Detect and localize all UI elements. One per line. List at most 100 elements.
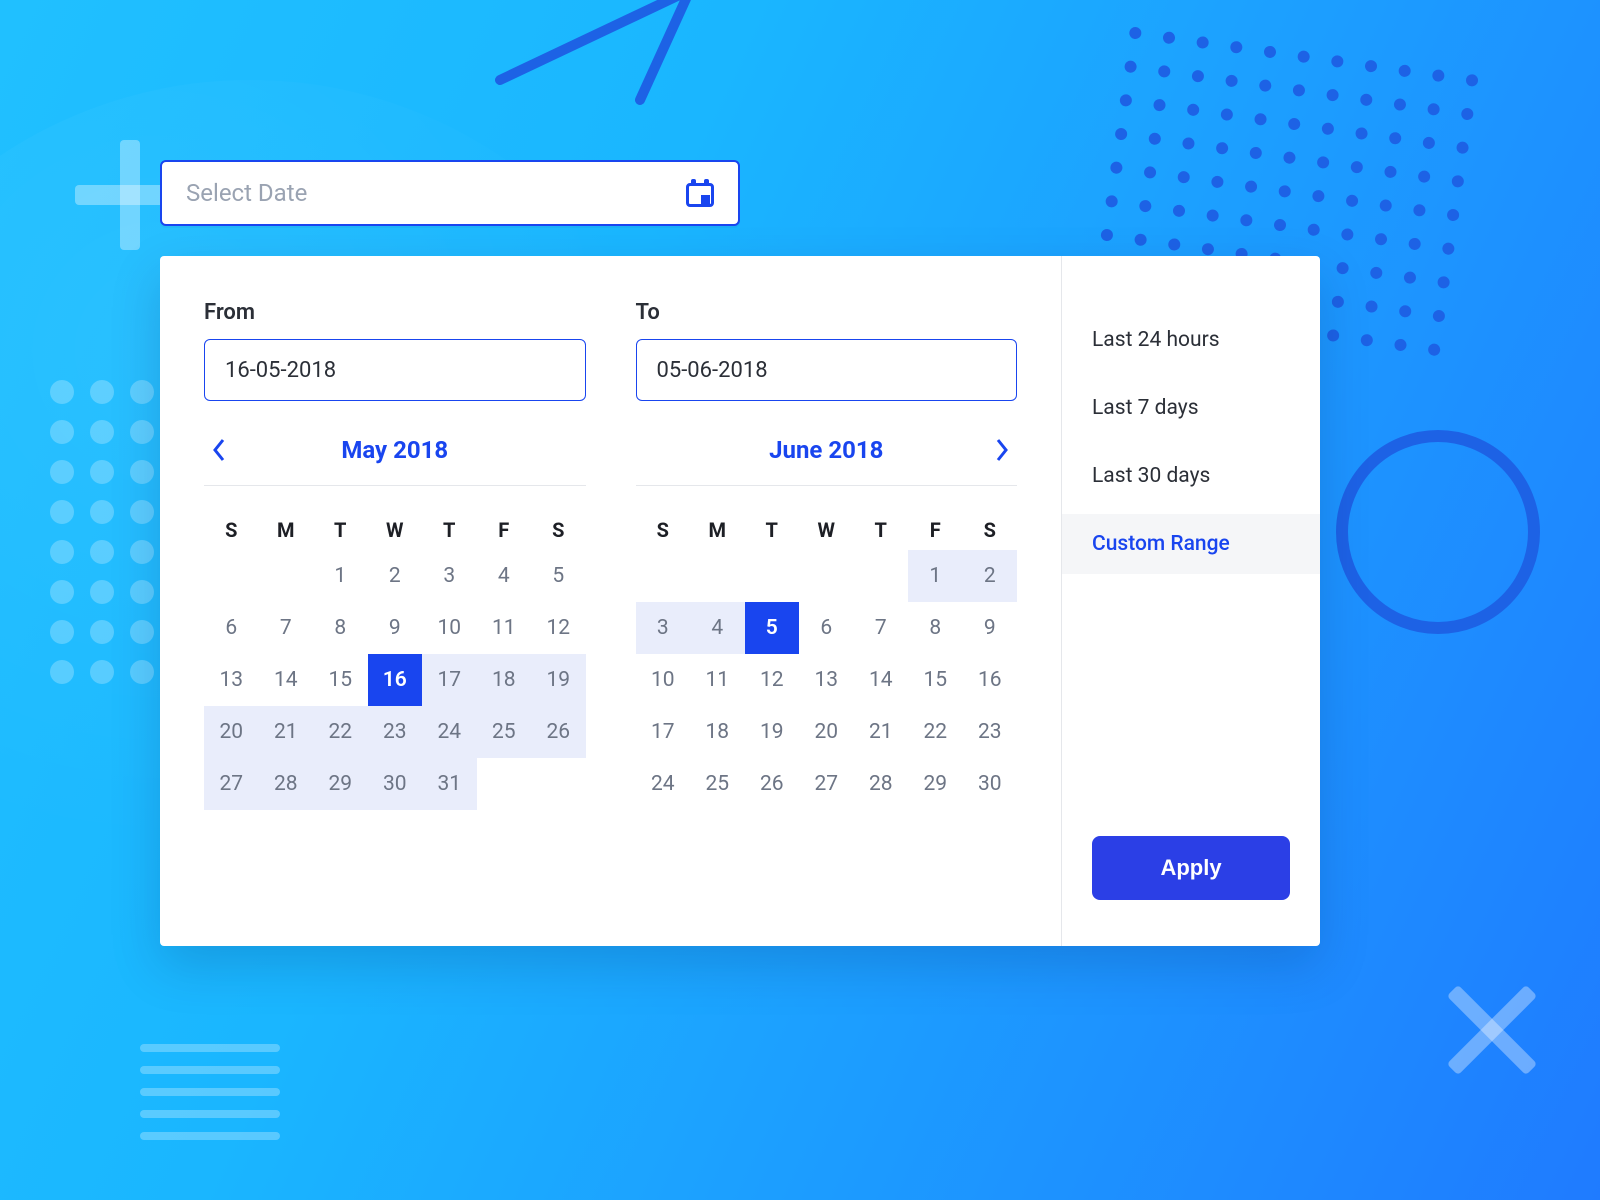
preset-option[interactable]: Last 30 days [1062, 446, 1320, 506]
calendar-grid-right: SMTWTFS123456789101112131415161718192021… [636, 510, 1018, 810]
calendar-day[interactable]: 18 [690, 706, 745, 758]
calendar-day[interactable]: 8 [313, 602, 368, 654]
weekday-header: S [204, 510, 259, 550]
calendar-day[interactable]: 25 [690, 758, 745, 810]
calendar-day[interactable]: 27 [204, 758, 259, 810]
calendar-day[interactable]: 13 [204, 654, 259, 706]
calendar-day[interactable]: 10 [636, 654, 691, 706]
to-date-input[interactable]: 05-06-2018 [636, 339, 1018, 401]
calendar-day[interactable]: 22 [313, 706, 368, 758]
calendar-day[interactable]: 20 [204, 706, 259, 758]
calendar-day[interactable]: 7 [854, 602, 909, 654]
from-label: From [204, 300, 586, 325]
to-column: To 05-06-2018 June 2018 SMTWTFS123456789… [636, 300, 1018, 910]
calendar-day[interactable]: 18 [477, 654, 532, 706]
calendar-day[interactable]: 14 [259, 654, 314, 706]
weekday-header: S [636, 510, 691, 550]
calendar-day[interactable]: 1 [313, 550, 368, 602]
calendar-day[interactable]: 10 [422, 602, 477, 654]
calendar-day[interactable]: 19 [745, 706, 800, 758]
calendar-day[interactable]: 12 [531, 602, 586, 654]
calendar-day[interactable]: 21 [854, 706, 909, 758]
calendar-day[interactable]: 13 [799, 654, 854, 706]
calendar-day[interactable]: 17 [422, 654, 477, 706]
weekday-header: T [854, 510, 909, 550]
calendar-day[interactable]: 16 [368, 654, 423, 706]
calendar-day[interactable]: 25 [477, 706, 532, 758]
calendar-day[interactable]: 23 [368, 706, 423, 758]
weekday-header: F [477, 510, 532, 550]
to-label: To [636, 300, 1018, 325]
preset-option[interactable]: Last 24 hours [1062, 310, 1320, 370]
weekday-header: M [259, 510, 314, 550]
calendar-day[interactable]: 12 [745, 654, 800, 706]
weekday-header: T [745, 510, 800, 550]
calendar-day[interactable]: 28 [259, 758, 314, 810]
weekday-header: T [313, 510, 368, 550]
preset-option[interactable]: Last 7 days [1062, 378, 1320, 438]
calendar-day[interactable]: 4 [477, 550, 532, 602]
calendar-day[interactable]: 30 [368, 758, 423, 810]
weekday-header: F [908, 510, 963, 550]
apply-label: Apply [1160, 855, 1221, 880]
month-title-right: June 2018 [666, 436, 988, 464]
calendar-day[interactable]: 29 [908, 758, 963, 810]
apply-button[interactable]: Apply [1092, 836, 1290, 900]
month-title-left: May 2018 [234, 436, 556, 464]
calendar-day[interactable]: 7 [259, 602, 314, 654]
preset-option[interactable]: Custom Range [1062, 514, 1320, 574]
calendar-day[interactable]: 30 [963, 758, 1018, 810]
calendar-day[interactable]: 14 [854, 654, 909, 706]
calendar-day[interactable]: 1 [908, 550, 963, 602]
calendar-day[interactable]: 3 [422, 550, 477, 602]
calendar-icon [686, 179, 714, 207]
calendar-day[interactable]: 5 [745, 602, 800, 654]
calendar-day[interactable]: 11 [477, 602, 532, 654]
calendar-day[interactable]: 24 [422, 706, 477, 758]
calendar-day[interactable]: 8 [908, 602, 963, 654]
calendar-grid-left: SMTWTFS123456789101112131415161718192021… [204, 510, 586, 810]
to-date-value: 05-06-2018 [657, 358, 768, 383]
calendar-day[interactable]: 19 [531, 654, 586, 706]
calendar-day[interactable]: 31 [422, 758, 477, 810]
select-date-input[interactable]: Select Date [160, 160, 740, 226]
calendar-day[interactable]: 24 [636, 758, 691, 810]
calendar-day[interactable]: 15 [313, 654, 368, 706]
calendar-day[interactable]: 17 [636, 706, 691, 758]
date-range-panel: From 16-05-2018 May 2018 SMTWTFS12345678… [160, 256, 1320, 946]
select-date-placeholder: Select Date [186, 179, 307, 207]
from-column: From 16-05-2018 May 2018 SMTWTFS12345678… [204, 300, 586, 910]
calendar-day[interactable]: 4 [690, 602, 745, 654]
calendar-day[interactable]: 21 [259, 706, 314, 758]
calendar-day[interactable]: 3 [636, 602, 691, 654]
weekday-header: S [531, 510, 586, 550]
calendar-day[interactable]: 20 [799, 706, 854, 758]
calendar-day[interactable]: 27 [799, 758, 854, 810]
calendar-day[interactable]: 6 [204, 602, 259, 654]
weekday-header: M [690, 510, 745, 550]
weekday-header: W [799, 510, 854, 550]
calendar-day[interactable]: 9 [963, 602, 1018, 654]
calendar-day[interactable]: 5 [531, 550, 586, 602]
calendar-day[interactable]: 2 [963, 550, 1018, 602]
calendar-day[interactable]: 6 [799, 602, 854, 654]
preset-sidebar: Last 24 hours Last 7 days Last 30 days Cust… [1061, 256, 1320, 946]
calendar-day[interactable]: 29 [313, 758, 368, 810]
calendar-day[interactable]: 22 [908, 706, 963, 758]
calendar-day[interactable]: 23 [963, 706, 1018, 758]
calendar-day[interactable]: 26 [531, 706, 586, 758]
calendar-day[interactable]: 15 [908, 654, 963, 706]
prev-month-button[interactable] [204, 435, 234, 465]
calendar-day[interactable]: 2 [368, 550, 423, 602]
calendar-day[interactable]: 28 [854, 758, 909, 810]
calendar-day[interactable]: 26 [745, 758, 800, 810]
calendar-day[interactable]: 11 [690, 654, 745, 706]
weekday-header: T [422, 510, 477, 550]
from-date-value: 16-05-2018 [225, 358, 336, 383]
from-date-input[interactable]: 16-05-2018 [204, 339, 586, 401]
next-month-button[interactable] [987, 435, 1017, 465]
weekday-header: S [963, 510, 1018, 550]
weekday-header: W [368, 510, 423, 550]
calendar-day[interactable]: 16 [963, 654, 1018, 706]
calendar-day[interactable]: 9 [368, 602, 423, 654]
